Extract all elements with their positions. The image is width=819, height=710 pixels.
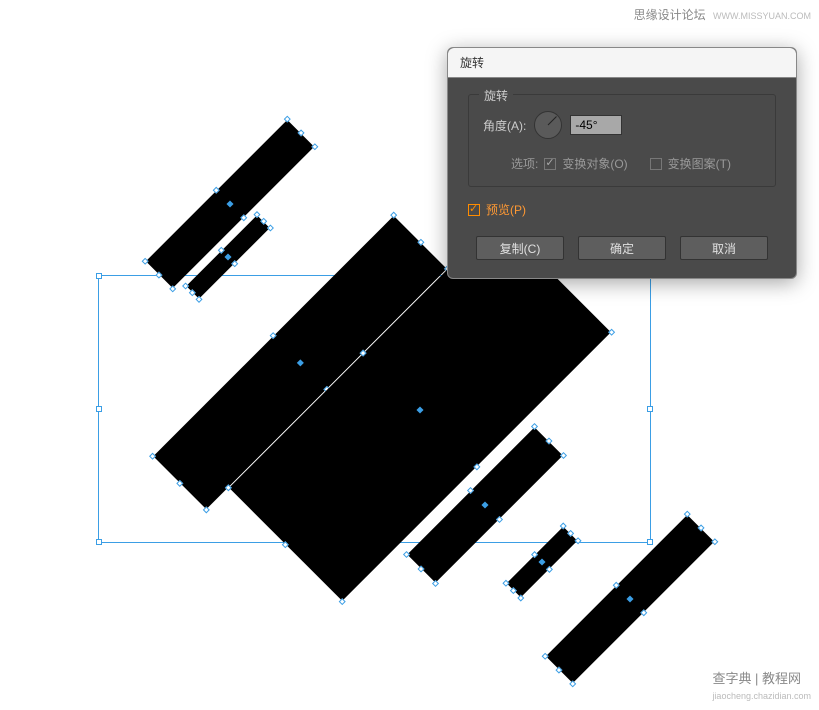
angle-dial[interactable] (534, 111, 562, 139)
preview-label: 预览(P) (486, 201, 526, 218)
transform-object-checkbox[interactable] (544, 158, 556, 170)
rotate-group: 旋转 角度(A): 选项: 变换对象(O) 变换图案(T) (468, 94, 776, 187)
rotate-dialog: 旋转 旋转 角度(A): 选项: 变换对象(O) 变换图案(T) 预览(P) 复… (447, 47, 797, 279)
transform-pattern-checkbox[interactable] (650, 158, 662, 170)
group-label: 旋转 (479, 87, 513, 104)
transform-object-label: 变换对象(O) (562, 155, 627, 172)
cancel-button[interactable]: 取消 (680, 236, 768, 260)
angle-label: 角度(A): (483, 117, 526, 134)
options-label: 选项: (511, 155, 538, 172)
shape-bar-6[interactable] (507, 527, 578, 598)
preview-checkbox[interactable] (468, 204, 480, 216)
dialog-title: 旋转 (448, 48, 796, 78)
transform-pattern-label: 变换图案(T) (668, 155, 731, 172)
ok-button[interactable]: 确定 (578, 236, 666, 260)
watermark-top: 思缘设计论坛 WWW.MISSYUAN.COM (634, 6, 811, 23)
copy-button[interactable]: 复制(C) (476, 236, 564, 260)
watermark-bottom: 查字典 | 教程网 jiaocheng.chazidian.com (712, 668, 811, 702)
angle-input[interactable] (570, 115, 622, 135)
